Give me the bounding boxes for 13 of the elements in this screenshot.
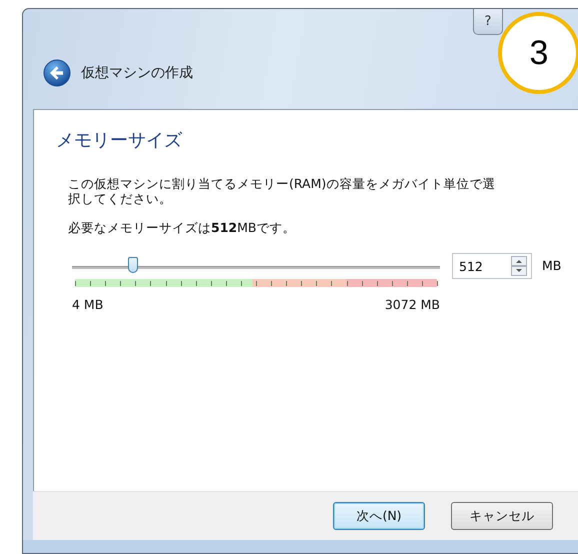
help-button[interactable]: ? [473,9,503,35]
recommendation-text: 必要なメモリーサイズは512MBです。 [68,220,296,237]
page-heading: メモリーサイズ [56,129,184,152]
memory-spin-field[interactable]: 512 [452,253,532,279]
cancel-button[interactable]: キャンセル [451,502,553,530]
max-label: 3072 MB [384,297,440,312]
next-button[interactable]: 次へ(N) [333,502,425,530]
description-text: この仮想マシンに割り当てるメモリー(RAM)の容量をメガバイト単位で選択してください。 [68,176,496,206]
unit-label: MB [542,257,562,275]
slider-thumb[interactable] [128,257,138,273]
window-title: 仮想マシンの作成 [81,64,193,82]
spin-arrows-icon[interactable] [511,256,527,276]
min-label: 4 MB [72,297,104,312]
